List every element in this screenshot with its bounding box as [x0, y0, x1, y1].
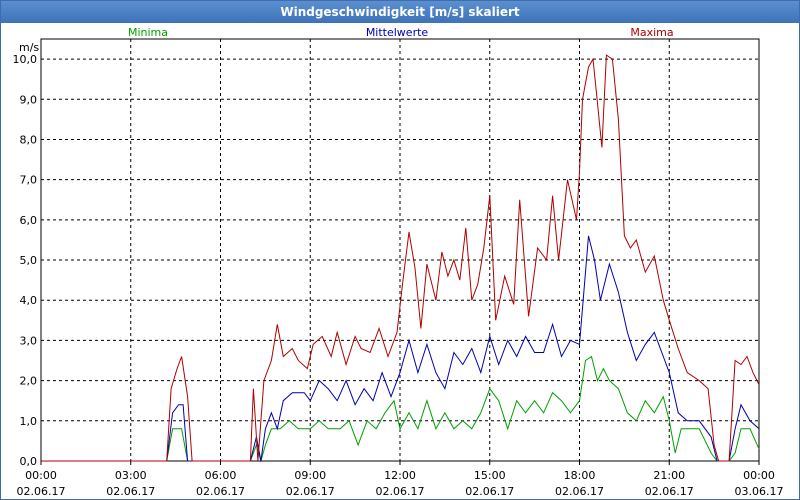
legend: Minima Mittelwerte Maxima: [128, 26, 674, 39]
x-tick-date: 02.06.17: [376, 485, 425, 498]
x-tick-time: 06:00: [205, 469, 237, 482]
x-tick-date: 02.06.17: [465, 485, 514, 498]
x-tick-time: 03:00: [115, 469, 147, 482]
x-tick-date: 02.06.17: [555, 485, 604, 498]
y-tick-label: 10,0: [13, 53, 38, 66]
line-chart: 0,0 1,0 2,0 3,0 4,0 5,0 6,0 7,0 8,0 9,0 10,0 00:00 0…: [13, 26, 784, 498]
y-tick-label: 4,0: [20, 294, 38, 307]
x-tick-time: 18:00: [564, 469, 596, 482]
y-tick-label: 7,0: [20, 174, 38, 187]
x-tick-time: 09:00: [294, 469, 326, 482]
x-tick-date: 02.06.17: [17, 485, 66, 498]
y-axis-label: m/s: [19, 41, 39, 54]
x-tick-time: 21:00: [653, 469, 685, 482]
y-tick-label: 3,0: [20, 334, 38, 347]
x-tick-time: 15:00: [474, 469, 506, 482]
y-tick-label: 6,0: [20, 214, 38, 227]
y-tick-label: 0,0: [20, 455, 38, 468]
x-tick-date: 02.06.17: [645, 485, 694, 498]
y-tick-label: 1,0: [20, 415, 38, 428]
x-tick-date: 02.06.17: [286, 485, 335, 498]
x-tick-date: 02.06.17: [106, 485, 155, 498]
x-tick-date: 03.06.17: [735, 485, 784, 498]
chart-window: Windgeschwindigkeit [m/s] skaliert 0,0 1,…: [0, 0, 800, 500]
x-tick-time: 12:00: [384, 469, 416, 482]
y-tick-label: 2,0: [20, 375, 38, 388]
x-tick-time: 00:00: [25, 469, 57, 482]
legend-item-mittelwerte: Mittelwerte: [366, 26, 429, 39]
y-tick-label: 8,0: [20, 133, 38, 146]
grid: [41, 39, 759, 462]
y-tick-label: 5,0: [20, 254, 38, 267]
legend-item-maxima: Maxima: [630, 26, 673, 39]
y-tick-label: 9,0: [20, 93, 38, 106]
axis-ticks: 0,0 1,0 2,0 3,0 4,0 5,0 6,0 7,0 8,0 9,0 10,0 00:00 0…: [13, 53, 784, 498]
x-tick-time: 00:00: [743, 469, 775, 482]
x-tick-date: 02.06.17: [196, 485, 245, 498]
legend-item-minima: Minima: [128, 26, 168, 39]
